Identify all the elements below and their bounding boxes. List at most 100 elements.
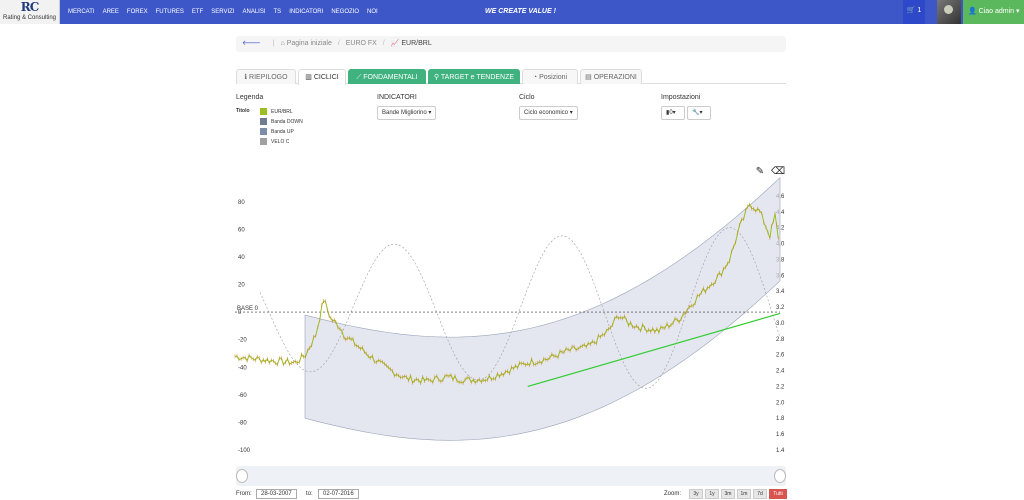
band-area bbox=[304, 176, 781, 441]
back-arrow-icon[interactable]: 🡐 bbox=[242, 40, 261, 47]
menu-item-aree[interactable]: AREE bbox=[99, 0, 123, 24]
right-axis-tick-label: 3.0 bbox=[776, 321, 785, 327]
zoom-1y-button[interactable]: 1y bbox=[705, 489, 719, 499]
indicatori-dropdown[interactable]: Bande Migliorino ▾ bbox=[377, 106, 437, 120]
legend-item-banda-up: Banda UP bbox=[260, 128, 294, 135]
tagline: WE CREATE VALUE ! bbox=[485, 8, 556, 15]
from-date-input[interactable]: 28-03-2007 bbox=[256, 489, 297, 499]
breadcrumb-home[interactable]: Pagina iniziale bbox=[287, 40, 332, 47]
tab-ciclici-label: CICLICI bbox=[313, 74, 339, 81]
zoom-3y-button[interactable]: 3y bbox=[689, 489, 703, 499]
table-icon: ▤ bbox=[585, 74, 592, 81]
tab-bar: ℹ RIEPILOGO ▥ CICLICI ⟋ FONDAMENTALI ⚲ T… bbox=[236, 69, 786, 85]
legend-item-label: Banda DOWN bbox=[271, 118, 303, 125]
to-label: to: bbox=[306, 491, 313, 497]
tab-target-tendenze[interactable]: ⚲ TARGET e TENDENZE bbox=[428, 69, 520, 84]
tab-operazioni-label: OPERAZIONI bbox=[593, 74, 637, 81]
zoom-all-button[interactable]: Tutti bbox=[769, 489, 787, 499]
left-axis-tick-label: 60 bbox=[238, 227, 245, 233]
user-label: Ciao admin bbox=[978, 8, 1015, 15]
menu-item-analisi[interactable]: ANALISI bbox=[239, 0, 270, 24]
tab-operazioni[interactable]: ▤ OPERAZIONI bbox=[580, 69, 642, 84]
right-axis-tick-label: 2.4 bbox=[776, 369, 785, 375]
legend-title: Titolo bbox=[236, 108, 250, 114]
ciclo-label: Ciclo bbox=[519, 94, 535, 101]
bar-chart-icon: ▥ bbox=[305, 74, 312, 81]
legend-item-velo-c: VELO C bbox=[260, 138, 289, 145]
user-menu-button[interactable]: 👤 Ciao admin ▾ bbox=[963, 0, 1024, 24]
indicatori-label: INDICATORI bbox=[377, 94, 417, 101]
menu-item-ts[interactable]: TS bbox=[270, 0, 286, 24]
legend-item-label: Banda UP bbox=[271, 128, 294, 135]
right-axis-tick-label: 3.2 bbox=[776, 305, 785, 311]
logo-mark: RC bbox=[20, 0, 40, 14]
tab-fondamentali-label: FONDAMENTALI bbox=[363, 74, 418, 81]
menu-item-negozio[interactable]: NEGOZIO bbox=[327, 0, 363, 24]
zoom-label: Zoom: bbox=[664, 491, 682, 497]
ciclo-value: Ciclo economico bbox=[524, 110, 569, 116]
chart-line-icon: ⟋ bbox=[356, 74, 362, 81]
menu-item-noi[interactable]: NOI bbox=[363, 0, 382, 24]
chart-navigator[interactable] bbox=[236, 466, 786, 486]
pie-icon: ◔ bbox=[532, 74, 538, 81]
to-date-input[interactable]: 02-07-2016 bbox=[318, 489, 359, 499]
zoom-1m-button[interactable]: 1m bbox=[737, 489, 751, 499]
settings-dropdown-2[interactable]: 🔧▾ bbox=[687, 106, 711, 120]
left-axis-tick-label: -20 bbox=[238, 338, 247, 344]
wrench-icon: 🔧 bbox=[692, 110, 700, 116]
left-axis-tick-label: 40 bbox=[238, 255, 245, 261]
cart-count: 1 bbox=[917, 7, 922, 14]
logo-text: Rating & Consulting bbox=[2, 15, 57, 21]
left-axis-tick-label: -80 bbox=[238, 420, 247, 426]
legend-label: Legenda bbox=[236, 94, 264, 101]
tab-riepilogo-label: RIEPILOGO bbox=[249, 74, 288, 81]
tab-riepilogo[interactable]: ℹ RIEPILOGO bbox=[236, 69, 296, 84]
menu-item-indicatori[interactable]: INDICATORI bbox=[285, 0, 327, 24]
breadcrumb-euro-fx[interactable]: EURO FX bbox=[346, 40, 377, 47]
navigator-left-handle[interactable] bbox=[236, 469, 248, 483]
menu-item-servizi[interactable]: SERVIZI bbox=[207, 0, 238, 24]
left-axis-tick-label: 80 bbox=[238, 200, 245, 206]
left-axis-tick-label: -60 bbox=[238, 393, 247, 399]
main-menu: MERCATI AREE FOREX FUTURES ETF SERVIZI A… bbox=[64, 0, 382, 24]
tab-ciclici[interactable]: ▥ CICLICI bbox=[298, 69, 346, 85]
user-icon: 👤 bbox=[968, 8, 977, 15]
menu-item-futures[interactable]: FUTURES bbox=[152, 0, 188, 24]
legend-item-label: VELO C bbox=[271, 138, 290, 145]
settings-dropdown-1[interactable]: ▮0▾ bbox=[661, 106, 685, 120]
home-icon: ⌂ bbox=[280, 40, 285, 47]
zoom-7d-button[interactable]: 7d bbox=[753, 489, 767, 499]
base-zero-label: BASE 0 bbox=[237, 306, 259, 312]
right-axis-tick-label: 1.6 bbox=[776, 432, 785, 438]
legend-item-label: EUR/BRL bbox=[271, 108, 293, 115]
navigator-right-handle[interactable] bbox=[774, 469, 786, 483]
menu-item-forex[interactable]: FOREX bbox=[123, 0, 152, 24]
cart-button[interactable]: 🛒 1 bbox=[903, 0, 925, 24]
right-axis-tick-label: 1.8 bbox=[776, 416, 785, 422]
top-navbar: RC Rating & Consulting MERCATI AREE FORE… bbox=[0, 0, 1024, 24]
ciclo-dropdown[interactable]: Ciclo economico ▾ bbox=[519, 106, 578, 120]
tab-posizioni[interactable]: ◔ Posizioni bbox=[522, 69, 578, 84]
pin-icon: ⚲ bbox=[433, 74, 440, 81]
right-axis-tick-label: 2.6 bbox=[776, 353, 785, 359]
zoom-3m-button[interactable]: 3m bbox=[721, 489, 735, 499]
breadcrumb: 🡐 | ⌂ Pagina iniziale / EURO FX / 📈 EUR/… bbox=[236, 36, 786, 52]
avatar[interactable] bbox=[937, 0, 961, 24]
chart-line-icon: 📈 bbox=[390, 40, 400, 47]
left-axis-tick-label: 20 bbox=[238, 283, 245, 289]
range-selector: From: 28-03-2007 to: 02-07-2016 Zoom: 3y… bbox=[236, 489, 787, 500]
left-axis-tick-label: -100 bbox=[238, 448, 251, 454]
menu-item-mercati[interactable]: MERCATI bbox=[64, 0, 99, 24]
right-axis-tick-label: 2.8 bbox=[776, 337, 785, 343]
right-axis-tick-label: 2.2 bbox=[776, 384, 785, 390]
settings-value: 0 bbox=[669, 110, 673, 116]
right-axis-tick-label: 1.4 bbox=[776, 448, 785, 454]
breadcrumb-current: EUR/BRL bbox=[401, 40, 432, 47]
tab-target-label: TARGET e TENDENZE bbox=[440, 74, 515, 81]
menu-item-etf[interactable]: ETF bbox=[188, 0, 207, 24]
from-label: From: bbox=[236, 491, 252, 497]
legend-item-eurbrl: EUR/BRL bbox=[260, 108, 293, 115]
brand-logo[interactable]: RC Rating & Consulting bbox=[0, 0, 60, 24]
tab-fondamentali[interactable]: ⟋ FONDAMENTALI bbox=[348, 69, 426, 84]
left-axis-tick-label: -40 bbox=[238, 365, 247, 371]
